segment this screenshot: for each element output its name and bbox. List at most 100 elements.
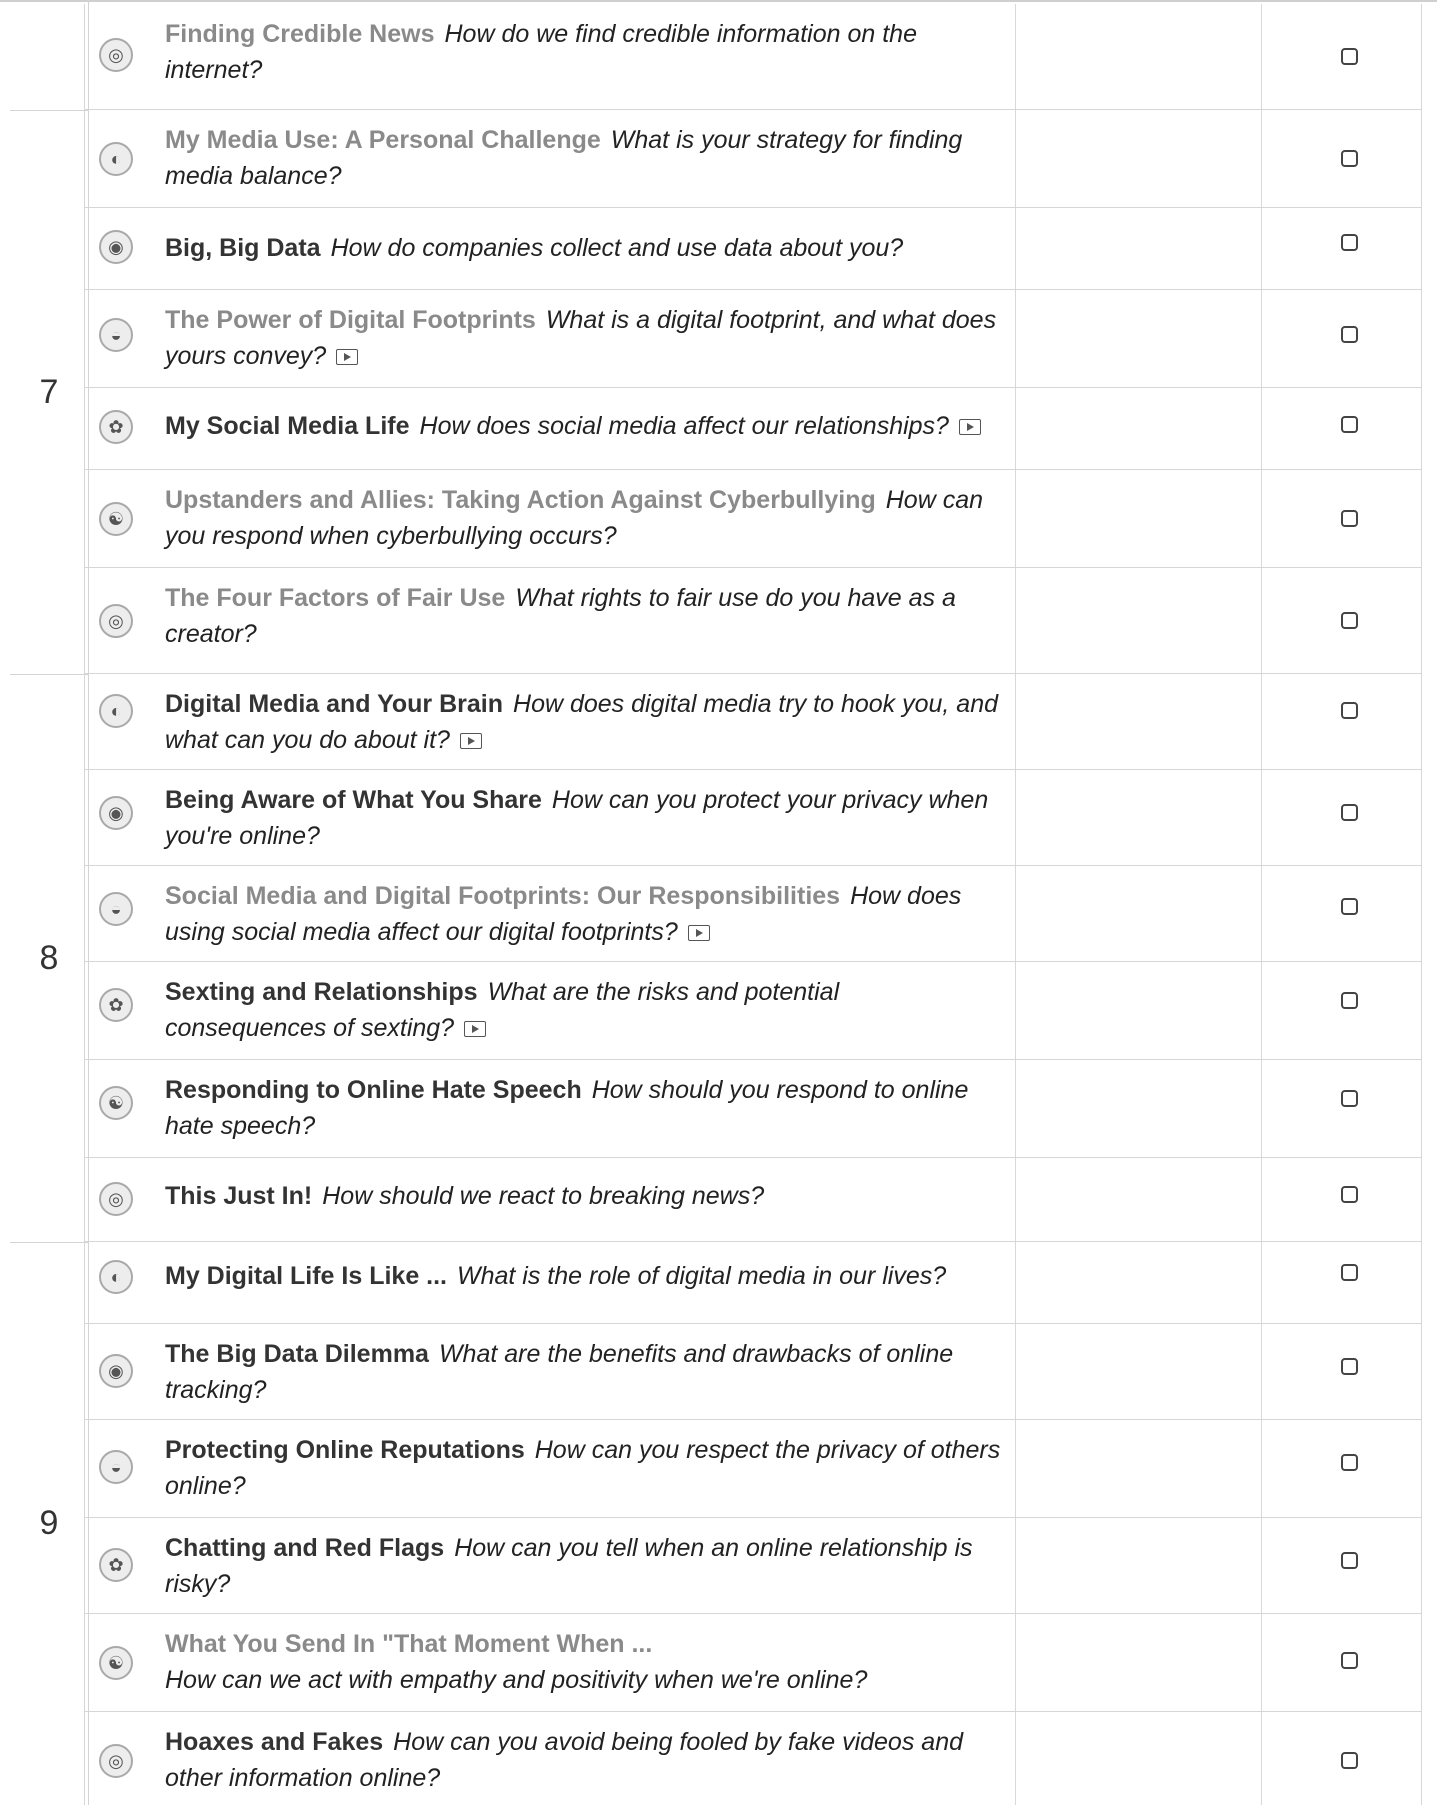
lesson-checkbox[interactable] [1341,48,1358,65]
lesson-title-link[interactable]: The Four Factors of Fair Use [165,584,505,612]
lesson-title-link[interactable]: My Social Media Life [165,412,410,440]
lesson-title-link[interactable]: My Digital Life Is Like ... [165,1262,447,1290]
lesson-checkbox[interactable] [1341,1752,1358,1769]
video-icon[interactable] [464,1021,487,1038]
table-row: ✿ Chatting and Red Flags How can you tell… [84,1518,1422,1614]
lesson-checkbox[interactable] [1341,1358,1358,1375]
video-icon[interactable] [958,419,981,436]
video-icon[interactable] [459,733,482,750]
lesson-title-link[interactable]: The Power of Digital Footprints [165,306,536,334]
column-divider [1015,208,1016,289]
column-divider [1015,110,1016,207]
lesson-text: The Power of Digital Footprints What is a… [165,302,1005,374]
lesson-checkbox[interactable] [1341,1264,1358,1281]
grade-cell-9: 9 [10,1242,89,1805]
media-balance-icon: ◐ [99,1260,133,1294]
lesson-title-link[interactable]: Hoaxes and Fakes [165,1728,383,1756]
lesson-checkbox[interactable] [1341,898,1358,915]
lesson-text: Upstanders and Allies: Taking Action Aga… [165,482,1005,554]
column-divider [1015,1060,1016,1157]
column-divider [1015,866,1016,961]
column-divider [1261,770,1262,865]
table-top-border [0,0,1437,2]
table-row: ◐ Digital Media and Your Brain How does d… [84,674,1422,770]
lesson-title-link[interactable]: Responding to Online Hate Speech [165,1076,582,1104]
column-divider [1261,1060,1262,1157]
table-row: ☯ Upstanders and Allies: Taking Action A… [84,470,1422,568]
lesson-title-link[interactable]: Chatting and Red Flags [165,1534,444,1562]
video-icon[interactable] [687,925,710,942]
column-divider [1015,568,1016,673]
grade-cell-8: 8 [10,674,89,1242]
table-row: ◐ My Digital Life Is Like ... What is the… [84,1242,1422,1324]
lesson-text: Digital Media and Your Brain How does dig… [165,686,1005,758]
lesson-text: Finding Credible News How do we find cred… [165,16,1005,88]
column-divider [1261,1712,1262,1805]
privacy-icon: ◉ [99,1354,133,1388]
lesson-title-link[interactable]: Social Media and Digital Footprints: Our… [165,882,840,910]
lesson-title-link[interactable]: My Media Use: A Personal Challenge [165,126,601,154]
lesson-text: Responding to Online Hate Speech How shou… [165,1072,1005,1144]
lesson-question: How does social media affect our relatio… [419,412,949,440]
lesson-checkbox[interactable] [1341,992,1358,1009]
column-divider [1261,1420,1262,1517]
lesson-checkbox[interactable] [1341,150,1358,167]
table-row: ✿ Sexting and Relationships What are the … [84,962,1422,1060]
lesson-title-link[interactable]: Big, Big Data [165,234,321,262]
column-divider [1015,1158,1016,1241]
lesson-title-link[interactable]: Sexting and Relationships [165,978,478,1006]
lesson-text: My Digital Life Is Like ... What is the r… [165,1258,1005,1294]
column-divider [1015,4,1016,109]
lesson-text: Big, Big Data How do companies collect an… [165,230,1005,266]
news-globe-icon: ◎ [99,38,133,72]
video-icon[interactable] [336,349,359,366]
lesson-title-link[interactable]: This Just In! [165,1182,312,1210]
lesson-checkbox[interactable] [1341,510,1358,527]
lesson-table: 7 8 9 ◎ Finding Credible News How do we f… [0,0,1437,1805]
lesson-text: Protecting Online Reputations How can you… [165,1432,1005,1504]
lesson-checkbox[interactable] [1341,612,1358,629]
lesson-text: Hoaxes and Fakes How can you avoid being … [165,1724,1005,1796]
lesson-title-link[interactable]: Upstanders and Allies: Taking Action Aga… [165,486,876,514]
lesson-checkbox[interactable] [1341,1552,1358,1569]
lesson-text: Social Media and Digital Footprints: Our… [165,878,1005,950]
table-row: ☯ What You Send In "That Moment When ...… [84,1614,1422,1712]
table-row: ◒ The Power of Digital Footprints What is… [84,290,1422,388]
table-row: ◉ The Big Data Dilemma What are the benef… [84,1324,1422,1420]
news-globe-icon: ◎ [99,1744,133,1778]
table-row: ◐ My Media Use: A Personal Challenge What… [84,110,1422,208]
column-divider [1015,1324,1016,1419]
lesson-checkbox[interactable] [1341,234,1358,251]
grade-divider [10,110,88,111]
column-divider [1261,208,1262,289]
lesson-question: How do companies collect and use data ab… [330,234,904,262]
lesson-checkbox[interactable] [1341,1454,1358,1471]
lesson-checkbox[interactable] [1341,326,1358,343]
lesson-text: My Social Media Life How does social medi… [165,408,1005,444]
lesson-checkbox[interactable] [1341,702,1358,719]
footprint-icon: ◒ [99,318,133,352]
table-row: ◎ This Just In! How should we react to br… [84,1158,1422,1242]
lesson-checkbox[interactable] [1341,1186,1358,1203]
column-divider [1261,4,1262,109]
lesson-checkbox[interactable] [1341,804,1358,821]
cyberbullying-icon: ☯ [99,1646,133,1680]
privacy-icon: ◉ [99,230,133,264]
lesson-title-link[interactable]: The Big Data Dilemma [165,1340,429,1368]
table-row: ◉ Big, Big Data How do companies collect … [84,208,1422,290]
table-row: ◎ Hoaxes and Fakes How can you avoid bein… [84,1712,1422,1805]
table-row: ☯ Responding to Online Hate Speech How sh… [84,1060,1422,1158]
footprint-icon: ◒ [99,1450,133,1484]
lesson-question: How should we react to breaking news? [322,1182,765,1210]
lesson-title-link[interactable]: What You Send In "That Moment When ... [165,1630,652,1658]
lesson-checkbox[interactable] [1341,1090,1358,1107]
lesson-title-link[interactable]: Protecting Online Reputations [165,1436,525,1464]
lesson-title-link[interactable]: Digital Media and Your Brain [165,690,503,718]
lesson-checkbox[interactable] [1341,416,1358,433]
relationships-icon: ✿ [99,1548,133,1582]
lesson-title-link[interactable]: Finding Credible News [165,20,434,48]
grade-label: 8 [39,938,59,977]
lesson-title-link[interactable]: Being Aware of What You Share [165,786,542,814]
grade-label: 7 [39,372,59,411]
lesson-checkbox[interactable] [1341,1652,1358,1669]
